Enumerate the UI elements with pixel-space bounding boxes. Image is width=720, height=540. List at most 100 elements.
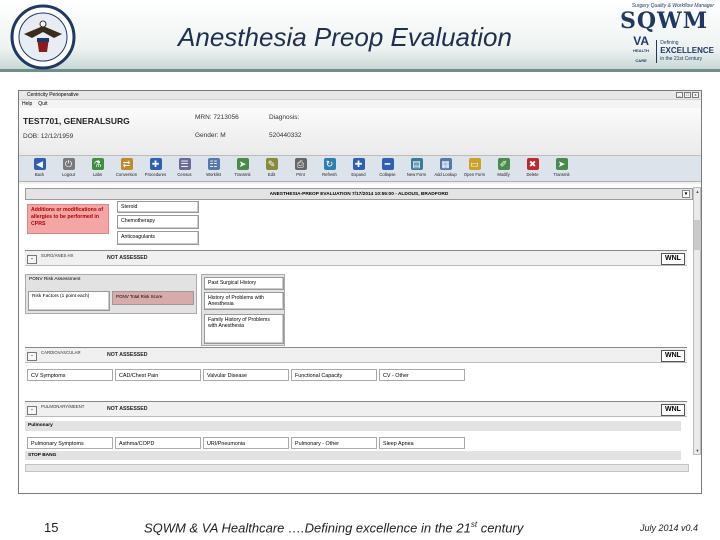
- section-cardiovascular: - CARDIOVASCULAR NOT ASSESSED WNL: [25, 347, 687, 363]
- menu-quit[interactable]: Quit: [38, 100, 47, 108]
- horizontal-scrollbar[interactable]: [25, 464, 689, 472]
- worklist-icon: ☷: [207, 158, 220, 170]
- toolbar-button-modify[interactable]: ✐ Modify: [489, 156, 518, 181]
- section-status: NOT ASSESSED: [107, 406, 148, 412]
- toolbar-button-label: Print: [296, 172, 305, 177]
- collapse-icon: ━: [381, 158, 394, 170]
- family-history-anesthesia[interactable]: Family History of Problems with Anesthes…: [204, 314, 284, 344]
- transmit-icon: ➤: [555, 158, 568, 170]
- ponv-risk-factors[interactable]: Risk Factors (1 point each): [28, 291, 110, 311]
- expand-icon: ✚: [352, 158, 365, 170]
- valvular-disease-field[interactable]: Valvular Disease: [203, 369, 289, 381]
- minimize-button[interactable]: _: [676, 92, 683, 98]
- ponv-panel: PONV Risk Assessment Risk Factors (1 poi…: [25, 274, 197, 314]
- toolbar-button-transmit[interactable]: ➤ Transmit: [228, 156, 257, 181]
- wnl-button[interactable]: WNL: [661, 350, 685, 362]
- pulmonary-fields: Pulmonary Symptoms Asthma/COPD URI/Pneum…: [27, 437, 465, 449]
- scroll-up-arrow-icon[interactable]: ▲: [694, 188, 701, 195]
- asthma-copd-field[interactable]: Asthma/COPD: [115, 437, 201, 449]
- toolbar-button-label: Delete: [526, 172, 539, 177]
- toolbar-button-new-form[interactable]: ▤ New Form: [402, 156, 431, 181]
- wnl-button[interactable]: WNL: [661, 253, 685, 265]
- back-arrow-icon: ◀: [33, 158, 46, 170]
- toolbar-button-labs[interactable]: ⚗ Labs: [83, 156, 112, 181]
- toolbar-button-worklist[interactable]: ☷ Worklist: [199, 156, 228, 181]
- window-controls: _ □ x: [676, 92, 699, 98]
- footer-main: SQWM & VA Healthcare ….Defining excellen…: [144, 520, 471, 536]
- toolbar-button-print[interactable]: ⎙ Print: [286, 156, 315, 181]
- evaluation-title: ANESTHESIA-PREOP EVALUATION 7/17/2014 10…: [269, 192, 449, 197]
- toolbar-button-edit[interactable]: ✎ Edit: [257, 156, 286, 181]
- toolbar-button-label: Back: [34, 172, 45, 177]
- toolbar-button-conversion[interactable]: ⇄ Conversion: [112, 156, 141, 181]
- vertical-scrollbar[interactable]: ▲ ▼: [693, 187, 701, 455]
- section-label: CARDIOVASCULAR: [41, 350, 81, 355]
- functional-capacity-field[interactable]: Functional Capacity: [291, 369, 377, 381]
- wnl-button[interactable]: WNL: [661, 404, 685, 416]
- toolbar-button-collapse[interactable]: ━ Collapse: [373, 156, 402, 181]
- logo-excellence-word: EXCELLENCE: [660, 45, 714, 55]
- open-form-icon: ▭: [468, 158, 481, 170]
- toolbar-button-add-lookup[interactable]: ▦ Add Lookup: [431, 156, 460, 181]
- footer-tagline: SQWM & VA Healthcare ….Defining excellen…: [144, 520, 523, 535]
- history-problems-anesthesia[interactable]: History of Problems with Anesthesia: [204, 292, 284, 310]
- logo-excellence: Defining EXCELLENCE in the 21st Century: [656, 39, 714, 63]
- census-icon: ☰: [178, 158, 191, 170]
- cv-other-field[interactable]: CV - Other: [379, 369, 465, 381]
- toolbar-button-label: Refresh: [322, 172, 337, 177]
- toolbar-button-open-form[interactable]: ▭ Open Form: [460, 156, 489, 181]
- section-status: NOT ASSESSED: [107, 255, 148, 261]
- evaluation-dropdown-button[interactable]: ▾: [682, 190, 690, 198]
- patient-dob: DOB: 12/12/1959: [23, 133, 74, 140]
- section-pulmonary: - PULMONARY/MEENT NOT ASSESSED WNL: [25, 401, 687, 417]
- toolbar-button-delete[interactable]: ✖ Delete: [518, 156, 547, 181]
- scrollbar-thumb[interactable]: [694, 220, 701, 250]
- uri-pneumonia-field[interactable]: URI/Pneumonia: [203, 437, 289, 449]
- toolbar-button-transmit[interactable]: ➤ Transmit: [547, 156, 576, 181]
- toolbar-button-label: Open Form: [463, 172, 486, 177]
- stop-bang-band: STOP BANG: [25, 451, 681, 460]
- sleep-apnea-field[interactable]: Sleep Apnea: [379, 437, 465, 449]
- patient-diagnosis: Diagnosis:: [269, 114, 300, 121]
- toolbar-button-label: Transmit: [234, 172, 251, 177]
- toolbar-button-label: Census: [177, 172, 192, 177]
- maximize-button[interactable]: □: [684, 92, 691, 98]
- logo-sqwm: SQWM: [619, 8, 709, 34]
- toolbar: ◀ Back ⏻ Logout ⚗ Labs ⇄ Conversion ✚ Procedures ☰…: [19, 156, 701, 182]
- toolbar-button-refresh[interactable]: ↻ Refresh: [315, 156, 344, 181]
- med-chemotherapy[interactable]: Chemotherapy: [117, 215, 199, 229]
- toolbar-button-expand[interactable]: ✚ Expand: [344, 156, 373, 181]
- collapse-button[interactable]: -: [27, 352, 37, 361]
- med-anticoagulants[interactable]: Anticoagulants: [117, 231, 199, 245]
- pulmonary-other-field[interactable]: Pulmonary - Other: [291, 437, 377, 449]
- footer-end: century: [477, 520, 524, 536]
- refresh-icon: ↻: [323, 158, 336, 170]
- slide-title: Anesthesia Preop Evaluation: [178, 22, 512, 52]
- scroll-down-arrow-icon[interactable]: ▼: [694, 447, 701, 454]
- toolbar-button-label: Modify: [497, 172, 510, 177]
- section-label: SURG/ANES HX: [41, 253, 74, 258]
- new-form-icon: ▤: [410, 158, 423, 170]
- menu-help[interactable]: Help: [22, 100, 32, 108]
- past-surgical-history[interactable]: Past Surgical History: [204, 277, 284, 290]
- med-steroid[interactable]: Steroid: [117, 201, 199, 213]
- collapse-button[interactable]: -: [27, 255, 37, 264]
- procedures-icon: ✚: [149, 158, 162, 170]
- toolbar-button-census[interactable]: ☰ Census: [170, 156, 199, 181]
- labs-icon: ⚗: [91, 158, 104, 170]
- va-health-care: HEALTH CARE: [633, 48, 650, 63]
- slide-number: 15: [44, 520, 59, 535]
- toolbar-button-back[interactable]: ◀ Back: [25, 156, 54, 181]
- slide-header: Anesthesia Preop Evaluation Surgery Qual…: [0, 0, 720, 72]
- cad-chest-pain-field[interactable]: CAD/Chest Pain: [115, 369, 201, 381]
- cv-symptoms-field[interactable]: CV Symptoms: [27, 369, 113, 381]
- menu-bar: Help Quit: [19, 100, 701, 108]
- close-button[interactable]: x: [692, 92, 699, 98]
- allergy-note: Additions or modifications of allergies …: [27, 204, 109, 234]
- toolbar-button-logout[interactable]: ⏻ Logout: [54, 156, 83, 181]
- window-titlebar: Centricity Perioperative _ □ x: [19, 91, 701, 100]
- toolbar-button-label: Worklist: [206, 172, 221, 177]
- collapse-button[interactable]: -: [27, 406, 37, 415]
- toolbar-button-procedures[interactable]: ✚ Procedures: [141, 156, 170, 181]
- pulmonary-symptoms-field[interactable]: Pulmonary Symptoms: [27, 437, 113, 449]
